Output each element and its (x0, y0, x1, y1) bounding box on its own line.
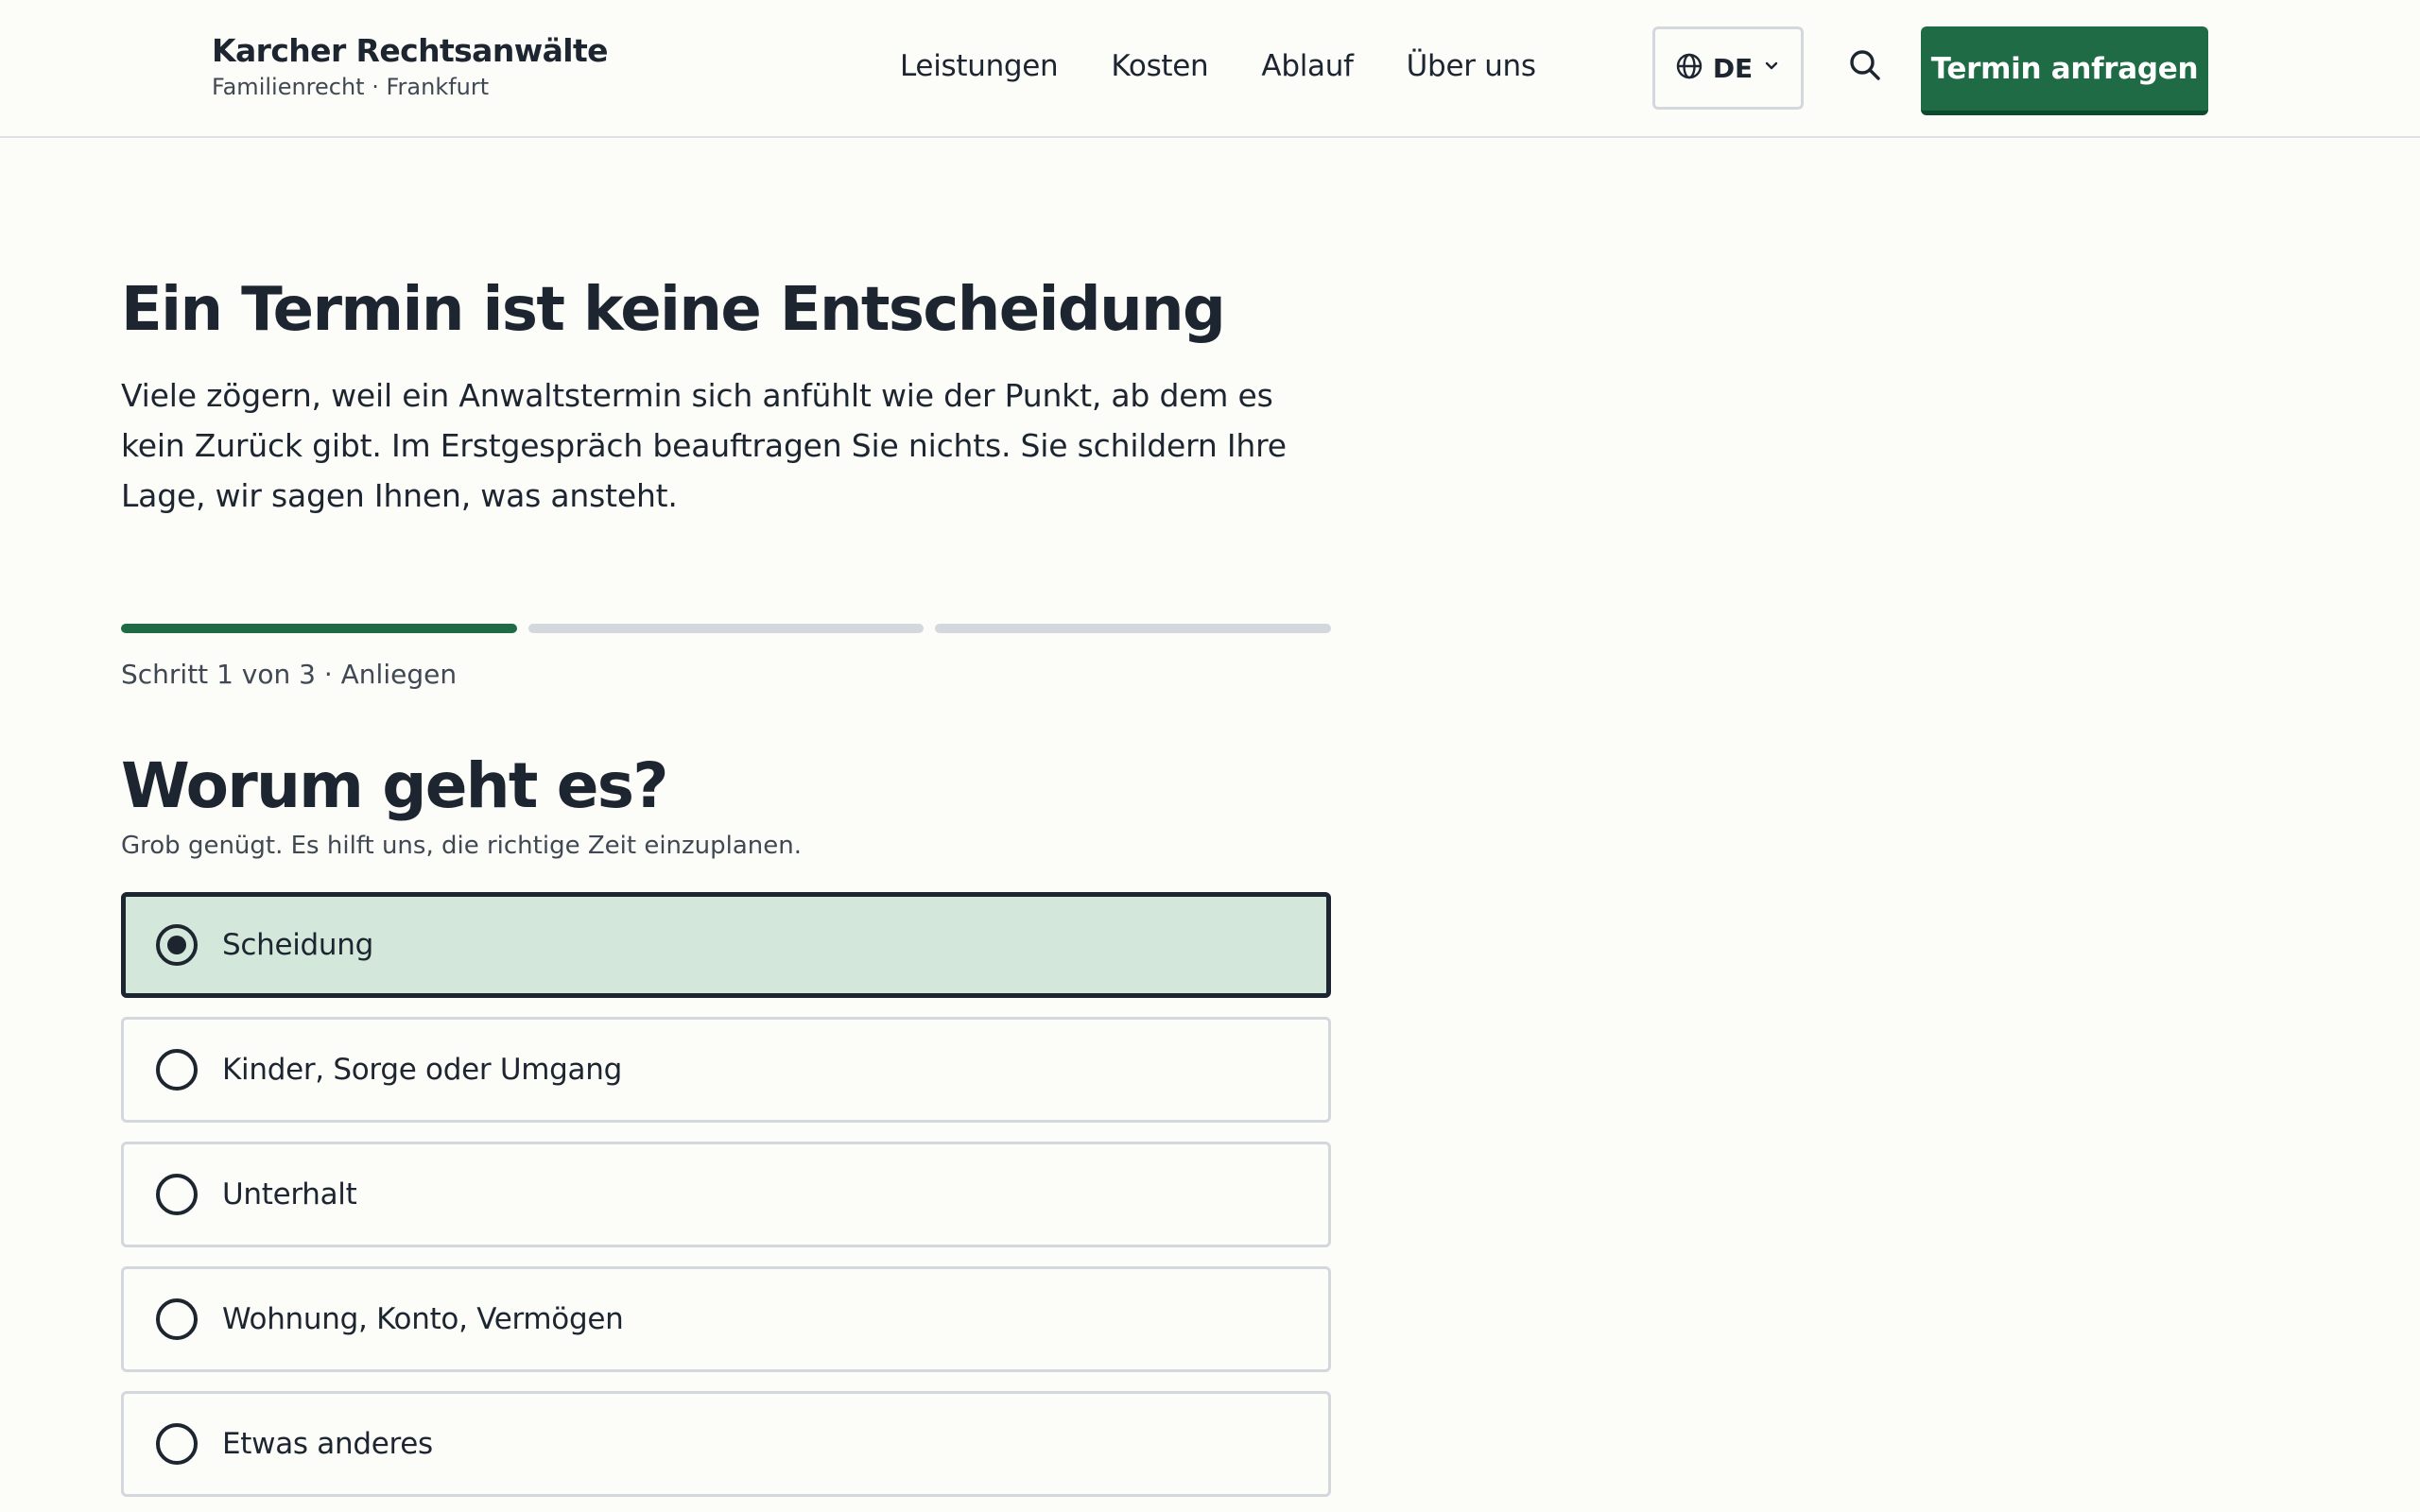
brand-subtitle: Familienrecht · Frankfurt (212, 74, 490, 100)
option-etwas-anderes[interactable]: Etwas anderes (121, 1391, 1331, 1497)
progress-segment-1 (121, 624, 517, 633)
page-title: Ein Termin ist keine Entscheidung (121, 275, 1226, 345)
progress-segment-2 (527, 624, 925, 633)
option-kinder-sorge-umgang[interactable]: Kinder, Sorge oder Umgang (121, 1017, 1331, 1123)
request-appointment-button[interactable]: Termin anfragen (1921, 26, 2208, 115)
progress-segment-3 (935, 624, 1332, 633)
language-value: DE (1712, 52, 1754, 84)
radio-selected-icon (156, 924, 198, 966)
radio-unselected-icon (156, 1174, 198, 1215)
option-list: Scheidung Kinder, Sorge oder Umgang Unte… (121, 892, 1331, 1497)
search-icon (1847, 47, 1883, 87)
option-label: Scheidung (222, 928, 374, 962)
option-label: Etwas anderes (222, 1427, 433, 1461)
option-label: Unterhalt (222, 1177, 357, 1211)
site-header: Karcher Rechtsanwälte Familienrecht · Fr… (0, 0, 2420, 138)
brand[interactable]: Karcher Rechtsanwälte Familienrecht · Fr… (212, 32, 609, 102)
brand-name: Karcher Rechtsanwälte (212, 32, 609, 69)
radio-unselected-icon (156, 1049, 198, 1091)
language-selector[interactable]: DE (1652, 26, 1804, 110)
option-wohnung-konto-vermoegen[interactable]: Wohnung, Konto, Vermögen (121, 1266, 1331, 1372)
nav-link-ablauf[interactable]: Ablauf (1261, 45, 1354, 87)
question-hint: Grob genügt. Es hilft uns, die richtige … (121, 832, 803, 860)
search-button[interactable] (1843, 45, 1887, 89)
radio-unselected-icon (156, 1298, 198, 1340)
nav-link-leistungen[interactable]: Leistungen (900, 45, 1059, 87)
step-label: Schritt 1 von 3 · Anliegen (121, 659, 458, 690)
globe-icon (1675, 52, 1703, 84)
option-label: Wohnung, Konto, Vermögen (222, 1302, 624, 1336)
main-nav: Leistungen Kosten Ablauf Über uns (900, 45, 1536, 87)
radio-unselected-icon (156, 1423, 198, 1465)
option-unterhalt[interactable]: Unterhalt (121, 1142, 1331, 1247)
option-label: Kinder, Sorge oder Umgang (222, 1053, 622, 1087)
step-progress-bar (121, 624, 1332, 633)
option-scheidung[interactable]: Scheidung (121, 892, 1331, 998)
chevron-down-icon (1762, 57, 1781, 79)
nav-link-ueber-uns[interactable]: Über uns (1407, 45, 1536, 87)
intro-text: Viele zögern, weil ein Anwaltstermin sic… (121, 377, 1287, 514)
nav-link-kosten[interactable]: Kosten (1111, 45, 1208, 87)
question-title: Worum geht es? (121, 749, 669, 822)
main-content: Ein Termin ist keine Entscheidung Viele … (121, 265, 1332, 1497)
